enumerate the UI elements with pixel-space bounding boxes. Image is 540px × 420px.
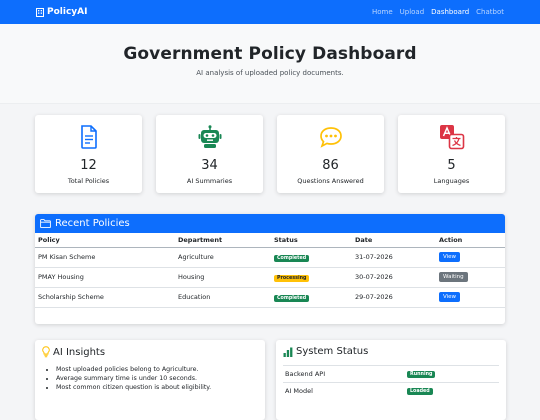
table-header-row: Policy Department Status Date Action	[35, 233, 505, 248]
view-button[interactable]: View	[439, 252, 461, 262]
nav-links: Home Upload Dashboard Chatbot	[372, 8, 504, 16]
page-subtitle: AI analysis of uploaded policy documents…	[196, 69, 344, 77]
recent-policies-header: Recent Policies	[35, 214, 505, 233]
nav-home[interactable]: Home	[372, 8, 393, 16]
status-badge: Loaded	[407, 387, 433, 395]
view-button[interactable]: View	[439, 292, 461, 302]
list-item: Average summary time is under 10 seconds…	[56, 375, 258, 382]
stat-value: 86	[322, 158, 339, 173]
recent-policies-card: Recent Policies Policy Department Status…	[35, 214, 505, 324]
policy-department: Education	[175, 287, 271, 308]
nav-upload[interactable]: Upload	[400, 8, 425, 16]
status-badge: Running	[407, 370, 436, 378]
lightbulb-icon	[42, 346, 50, 358]
column-header: Policy	[35, 233, 175, 248]
folder-icon	[40, 219, 51, 228]
service-name: Backend API	[285, 370, 326, 378]
brand-name: PolicyAI	[47, 7, 88, 17]
chat-icon	[319, 127, 342, 148]
policy-name: PMAY Housing	[35, 267, 175, 288]
policy-date: 30-07-2026	[352, 267, 436, 288]
table-row: PM Kisan Scheme Agriculture Completed 31…	[35, 247, 505, 268]
status-row: Backend API Running	[283, 365, 499, 382]
column-header: Department	[175, 233, 271, 248]
status-badge: Completed	[274, 254, 310, 262]
status-badge: Completed	[274, 294, 310, 302]
hero: Government Policy Dashboard AI analysis …	[0, 24, 540, 104]
stat-label: Total Policies	[67, 177, 110, 185]
building-icon	[36, 7, 44, 17]
brand[interactable]: PolicyAI	[36, 7, 87, 17]
stat-card-questions: 86 Questions Answered	[277, 115, 384, 193]
stat-card-summaries: 34 AI Summaries	[156, 115, 263, 193]
list-item: Most common citizen question is about el…	[56, 384, 258, 391]
stat-label: Languages	[433, 177, 470, 185]
stat-card-policies: 12 Total Policies	[35, 115, 142, 193]
stat-value: 34	[201, 158, 218, 173]
service-name: AI Model	[285, 387, 313, 395]
stat-value: 12	[80, 158, 97, 173]
bar-chart-icon	[283, 347, 293, 357]
page-title: Government Policy Dashboard	[123, 44, 417, 64]
stat-label: AI Summaries	[186, 177, 233, 185]
stats-row: 12 Total Policies 34 AI Summaries 86 Que…	[35, 115, 505, 193]
column-header: Action	[436, 233, 505, 248]
recent-policies-title: Recent Policies	[55, 218, 130, 229]
insights-list: Most uploaded policies belong to Agricul…	[42, 366, 258, 391]
policy-date: 29-07-2026	[352, 287, 436, 308]
policies-table: Policy Department Status Date Action PM …	[35, 233, 505, 308]
policy-name: PM Kisan Scheme	[35, 247, 175, 268]
stat-value: 5	[447, 158, 456, 173]
list-item: Most uploaded policies belong to Agricul…	[56, 366, 258, 373]
nav-chatbot[interactable]: Chatbot	[476, 8, 504, 16]
document-icon	[80, 125, 97, 149]
column-header: Status	[271, 233, 352, 248]
table-row: PMAY Housing Housing Processing 30-07-20…	[35, 267, 505, 288]
table-row: Scholarship Scheme Education Completed 2…	[35, 287, 505, 308]
navbar: PolicyAI Home Upload Dashboard Chatbot	[0, 0, 540, 24]
status-row: AI Model Loaded	[283, 382, 499, 399]
policy-department: Housing	[175, 267, 271, 288]
robot-icon	[198, 125, 221, 148]
stat-card-languages: 5 Languages	[398, 115, 505, 193]
system-status-title: System Status	[296, 346, 369, 357]
translate-icon	[439, 125, 464, 150]
system-status-card: System Status Backend API Running AI Mod…	[276, 340, 506, 420]
stat-label: Questions Answered	[297, 177, 364, 185]
ai-insights-card: AI Insights Most uploaded policies belon…	[35, 340, 265, 420]
policy-name: Scholarship Scheme	[35, 287, 175, 308]
policy-date: 31-07-2026	[352, 247, 436, 268]
nav-dashboard[interactable]: Dashboard	[431, 8, 469, 16]
ai-insights-header: AI Insights	[42, 346, 258, 358]
status-badge: Processing	[274, 274, 310, 282]
column-header: Date	[352, 233, 436, 248]
policy-department: Agriculture	[175, 247, 271, 268]
system-status-header: System Status	[283, 346, 499, 357]
waiting-button[interactable]: Waiting	[439, 272, 468, 282]
ai-insights-title: AI Insights	[53, 346, 106, 358]
